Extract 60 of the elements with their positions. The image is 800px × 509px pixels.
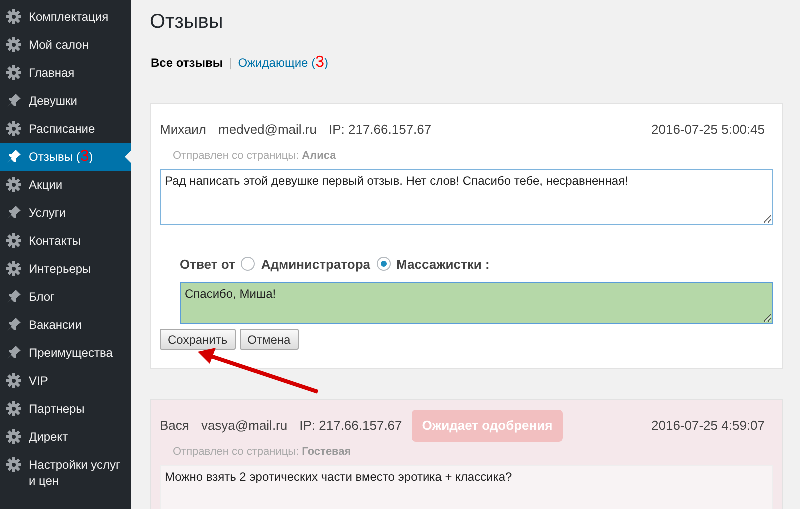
pin-icon [6, 317, 22, 333]
active-pointer [125, 151, 131, 163]
sidebar-item[interactable]: Услуги [0, 199, 131, 227]
ip-address: IP: 217.66.157.67 [300, 417, 402, 436]
source-page: Отправлен со страницы: Алиса [173, 149, 338, 164]
author-name: Михаил [160, 121, 207, 140]
gear-icon [6, 457, 22, 473]
sidebar-item[interactable]: Комплектация [0, 3, 131, 31]
sidebar-item[interactable]: Интерьеры [0, 255, 131, 283]
reply-field[interactable]: Спасибо, Миша! [180, 282, 773, 324]
sidebar-item[interactable]: Блог [0, 283, 131, 311]
sidebar-item[interactable]: Преимущества [0, 339, 131, 367]
separator: | [229, 55, 232, 72]
pin-icon [6, 93, 22, 109]
sidebar-item[interactable]: Вакансии [0, 311, 131, 339]
gear-icon [6, 373, 22, 389]
radio-option[interactable]: Массажистки : [376, 254, 490, 274]
sidebar-item[interactable]: Расписание [0, 115, 131, 143]
sidebar-item[interactable]: Отзывы (3) [0, 143, 131, 171]
gear-icon [6, 261, 22, 277]
gear-icon [6, 401, 22, 417]
pin-icon [6, 205, 22, 221]
cancel-button[interactable]: Отмена [240, 329, 299, 350]
sidebar-item[interactable]: Настройки услуг и цен [0, 451, 131, 495]
review-date: 2016-07-25 5:00:45 [652, 121, 765, 140]
review-date: 2016-07-25 4:59:07 [652, 417, 765, 436]
page-title: Отзывы [150, 10, 224, 35]
source-page: Отправлен со страницы: Гостевая [173, 445, 352, 460]
review-text-field[interactable]: Рад написать этой девушке первый отзыв. Нет слов! Спасибо тебе, несравненная! [160, 168, 773, 224]
gear-icon [6, 9, 22, 25]
author-email: medved@mail.ru [218, 121, 317, 140]
gear-icon [6, 65, 22, 81]
sidebar-item[interactable]: VIP [0, 367, 131, 395]
sidebar-item[interactable]: Партнеры [0, 395, 131, 423]
author-email: vasya@mail.ru [201, 417, 288, 436]
sidebar-item[interactable]: Девушки [0, 87, 131, 115]
gear-icon [6, 37, 22, 53]
review-text-field[interactable]: Можно взять 2 эротических части вместо эротика + классика? [160, 464, 773, 509]
pin-icon [6, 289, 22, 305]
author-name: Вася [160, 417, 190, 436]
radio-option[interactable]: Администратора [241, 254, 370, 274]
save-button[interactable]: Сохранить [160, 329, 236, 350]
filter-link[interactable]: Ожидающие (3) [238, 51, 328, 75]
radio-button[interactable] [376, 257, 390, 272]
sidebar-item[interactable]: Главная [0, 59, 131, 87]
sidebar-item[interactable]: Акции [0, 171, 131, 199]
gear-icon [6, 233, 22, 249]
sidebar-item[interactable]: Директ [0, 423, 131, 451]
pin-icon [6, 345, 22, 361]
radio-button[interactable] [241, 257, 256, 272]
sidebar-item[interactable]: Контакты [0, 227, 131, 255]
reply-label: Ответ от [180, 256, 236, 274]
status-badge: Ожидает одобрения [412, 410, 563, 442]
pin-icon [6, 149, 22, 165]
ip-address: IP: 217.66.157.67 [328, 121, 432, 140]
gear-icon [6, 429, 22, 445]
sidebar-item[interactable]: Мой салон [0, 31, 131, 59]
filter-link[interactable]: Все отзывы [151, 54, 224, 72]
gear-icon [6, 177, 22, 193]
gear-icon [6, 121, 22, 137]
